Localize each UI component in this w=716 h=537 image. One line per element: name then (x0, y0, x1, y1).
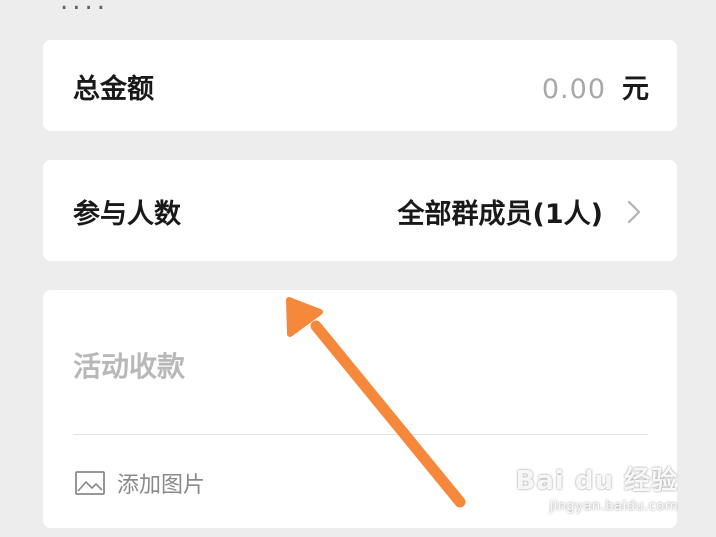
total-amount-input[interactable]: 0.00 (542, 74, 606, 105)
add-image-label: 添加图片 (117, 473, 206, 498)
image-icon (75, 471, 105, 495)
total-amount-card[interactable]: 总金额 0.00 元 (43, 40, 677, 131)
divider (73, 434, 648, 435)
chevron-right-icon (623, 197, 645, 227)
watermark-url: jingyan.baidu.com (549, 499, 678, 514)
participants-label: 参与人数 (73, 199, 181, 230)
watermark: Bai du 经验 jingyan.baidu.com (516, 460, 679, 514)
participants-value: 全部群成员(1人) (397, 199, 603, 230)
participants-selector[interactable]: 全部群成员(1人) (398, 192, 645, 231)
total-amount-field[interactable]: 0.00 元 (542, 67, 649, 106)
header-partial-title: .... (60, 0, 110, 16)
currency-unit: 元 (622, 74, 649, 105)
total-amount-label: 总金额 (73, 74, 154, 105)
participants-card[interactable]: 参与人数 全部群成员(1人) (43, 160, 677, 261)
add-image-button[interactable]: 添加图片 (75, 467, 205, 499)
watermark-brand: Bai du 经验 (515, 466, 678, 496)
note-input[interactable]: 活动收款 (73, 345, 185, 385)
